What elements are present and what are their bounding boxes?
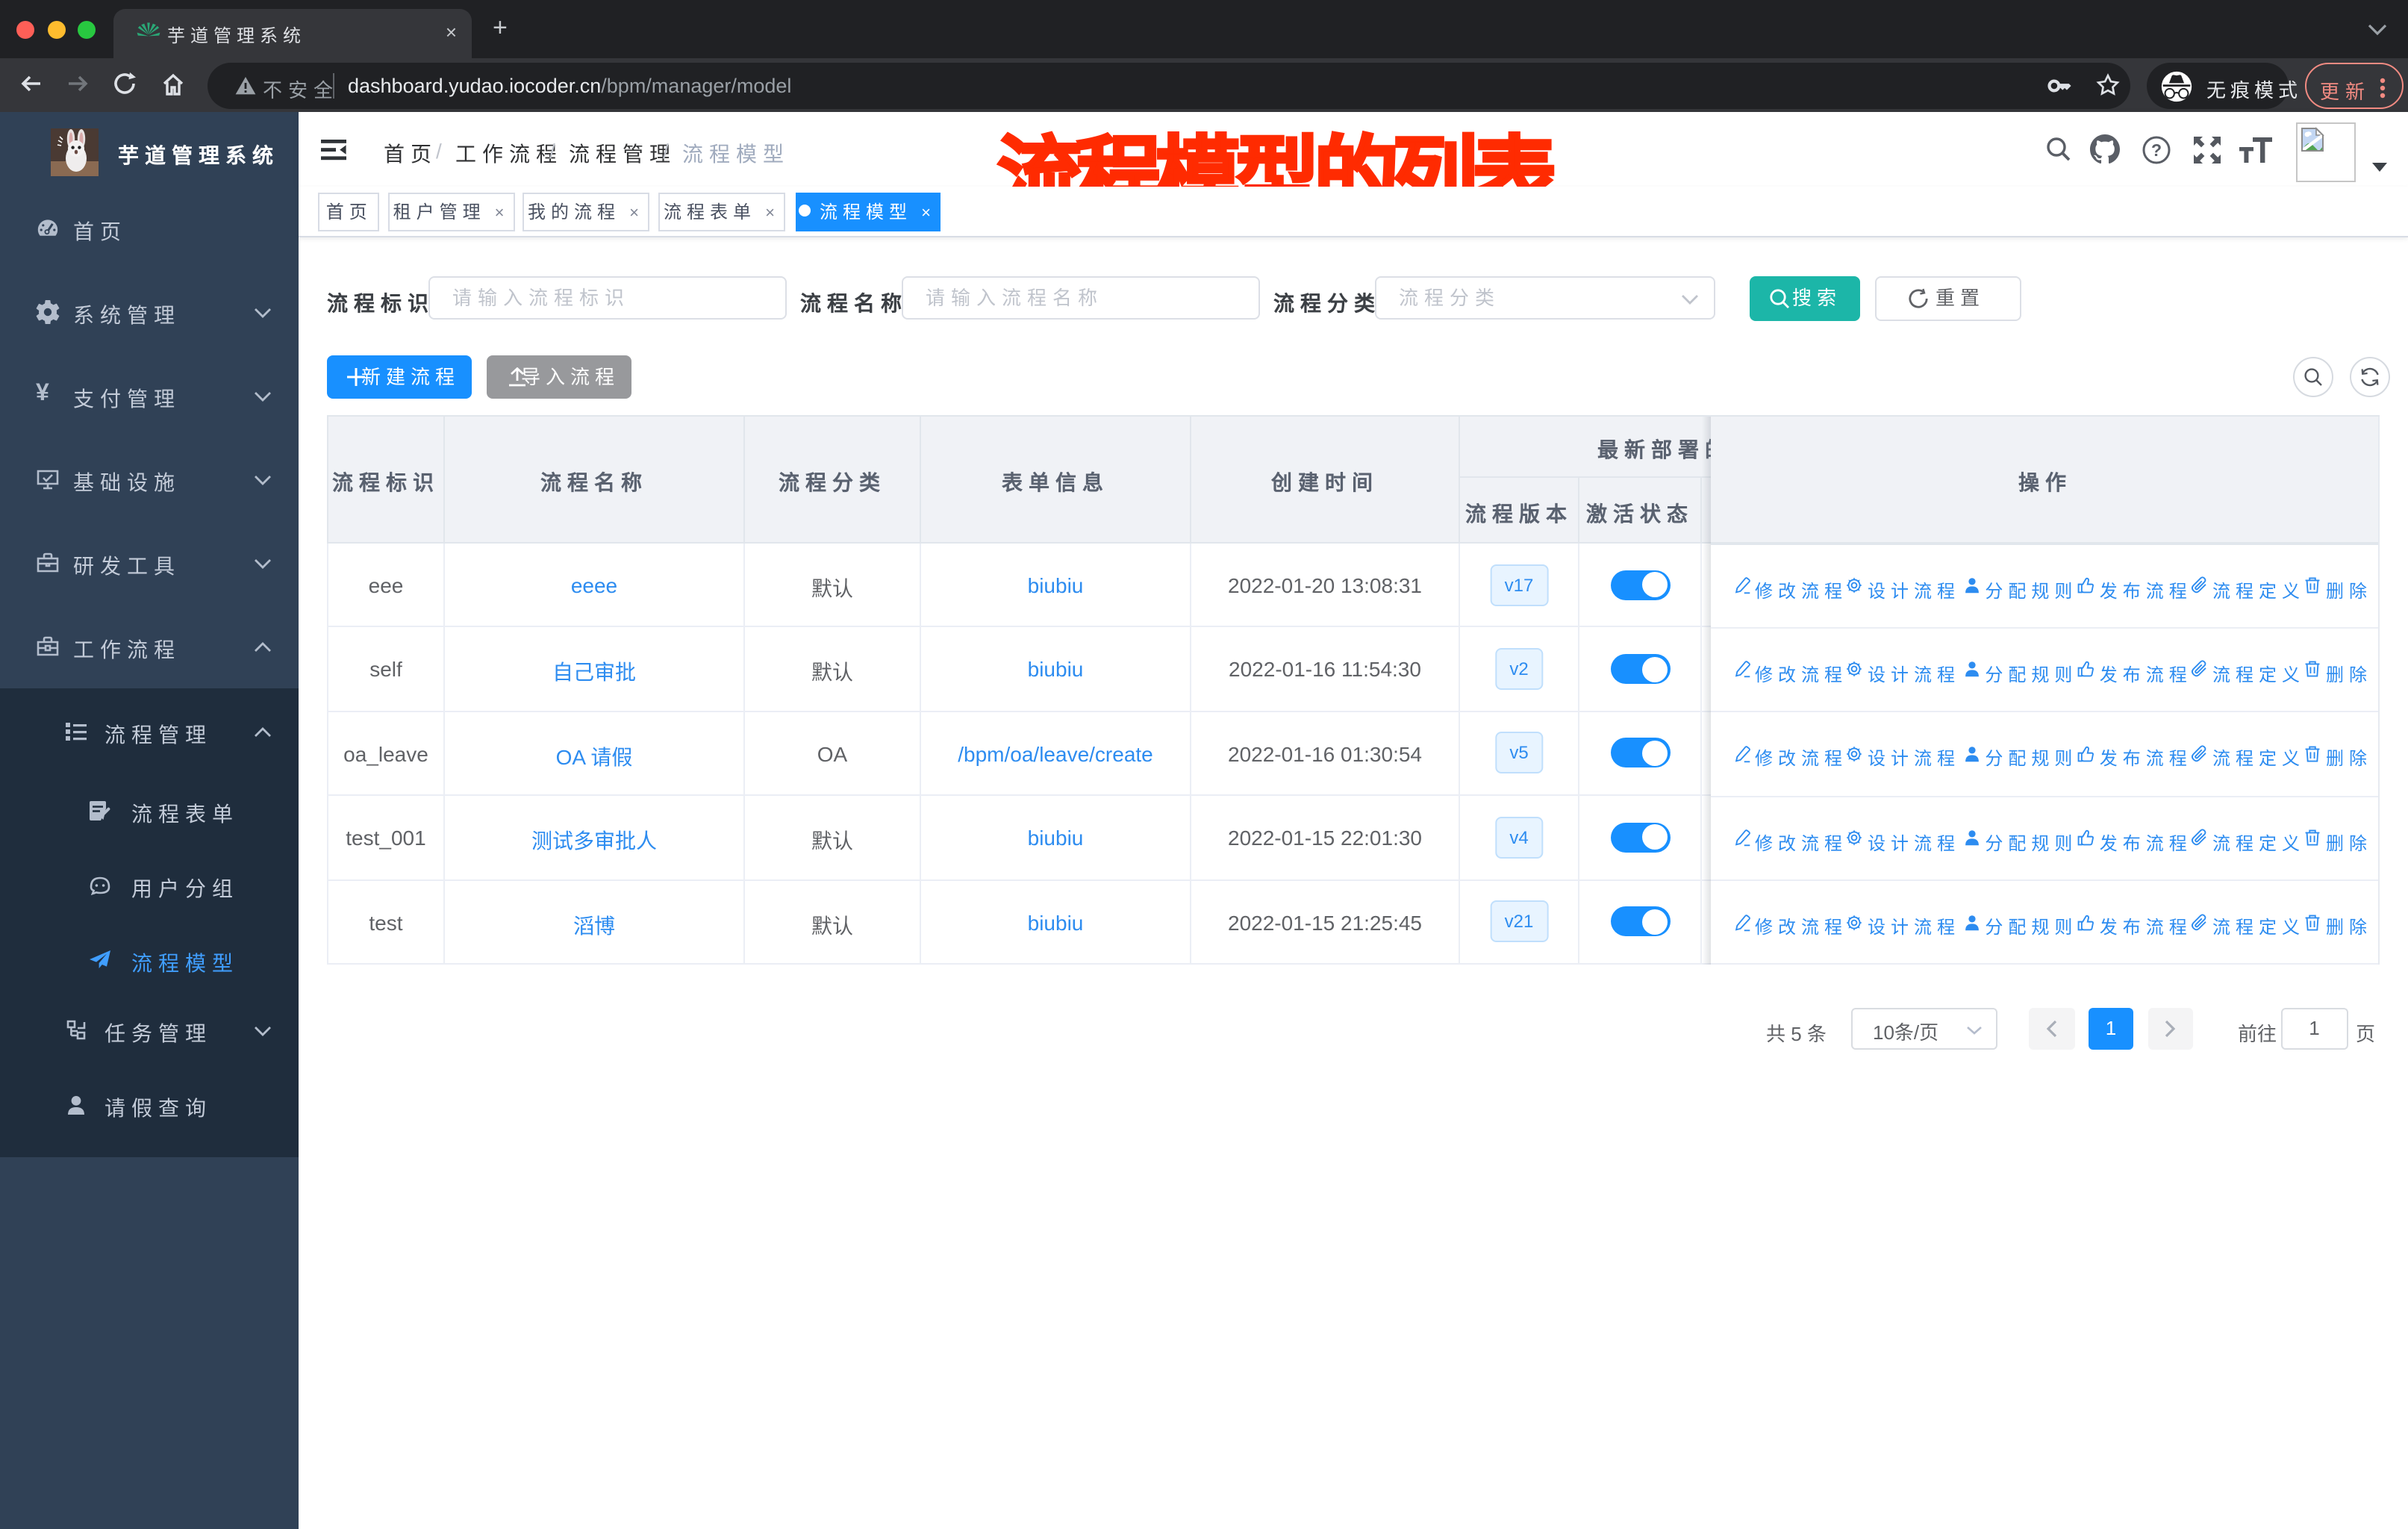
svg-text:?: ? — [2151, 140, 2162, 160]
